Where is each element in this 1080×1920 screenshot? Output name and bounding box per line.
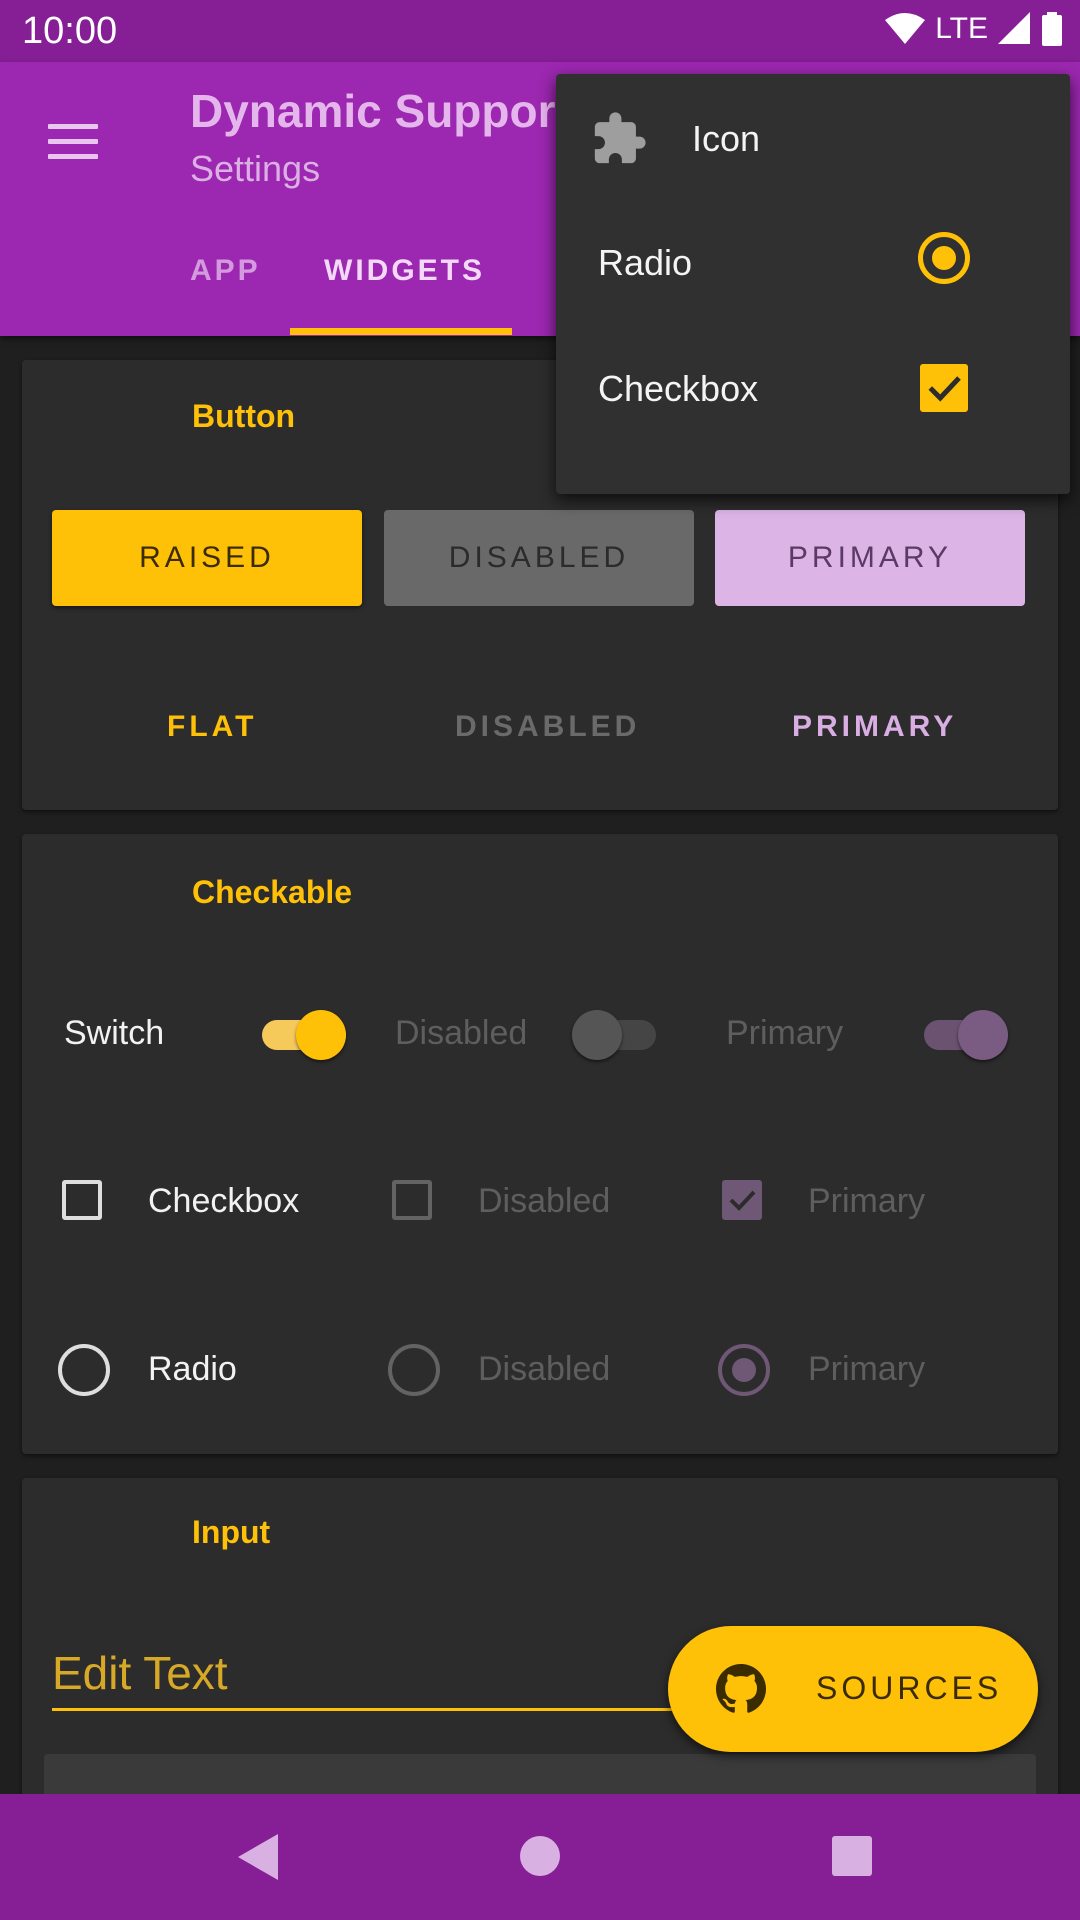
radio-disabled-label: Disabled [478, 1350, 611, 1388]
card-title-checkable: Checkable [192, 874, 353, 910]
checkbox-disabled [392, 1180, 432, 1220]
radio-primary-label: Primary [808, 1350, 926, 1388]
raised-primary-button[interactable]: PRIMARY [715, 510, 1025, 606]
checkable-card: Checkable Switch Disabled Primary Checkb… [22, 834, 1058, 1454]
sources-fab-label: SOURCES [816, 1670, 1003, 1706]
checkbox[interactable] [62, 1180, 102, 1220]
raised-disabled-button: DISABLED [384, 510, 694, 606]
sources-fab[interactable]: SOURCES [668, 1626, 1038, 1752]
status-icons: LTE [885, 12, 1062, 46]
wifi-icon [885, 13, 926, 44]
flat-button[interactable]: FLAT [167, 710, 257, 744]
menu-icon[interactable] [48, 118, 98, 168]
puzzle-icon [594, 112, 646, 164]
github-icon [716, 1664, 766, 1713]
switch-disabled-label: Disabled [395, 1014, 528, 1052]
status-time: 10:00 [22, 10, 118, 52]
checkbox-disabled-label: Disabled [478, 1182, 611, 1220]
checkbox-primary [722, 1180, 762, 1220]
recents-icon[interactable] [832, 1836, 872, 1876]
app-subtitle: Settings [190, 148, 321, 189]
radio-disabled [388, 1344, 440, 1396]
radio-primary [718, 1344, 770, 1396]
popup-item-radio-label: Radio [598, 242, 693, 283]
checkbox-primary-label: Primary [808, 1182, 926, 1220]
app-title: Dynamic Support [190, 85, 571, 137]
navigation-bar [0, 1794, 1080, 1920]
back-icon[interactable] [238, 1834, 278, 1880]
popup-item-checkbox-label: Checkbox [598, 368, 759, 409]
raised-button[interactable]: RAISED [52, 510, 362, 606]
network-type: LTE [935, 12, 988, 45]
switch-toggle[interactable] [262, 1010, 346, 1060]
flat-disabled-button: DISABLED [455, 710, 641, 743]
switch-primary-toggle [924, 1010, 1008, 1060]
popup-checkbox-icon [920, 364, 968, 412]
signal-icon [998, 12, 1030, 44]
switch-primary-label: Primary [726, 1014, 844, 1052]
home-icon[interactable] [520, 1836, 560, 1876]
tab-indicator [290, 328, 512, 335]
popup-item-icon[interactable]: Icon [556, 74, 1070, 200]
popup-menu: Icon Radio Checkbox [556, 74, 1070, 494]
switch-disabled-toggle [572, 1010, 656, 1060]
checkbox-label: Checkbox [148, 1182, 300, 1220]
popup-item-icon-label: Icon [692, 118, 761, 159]
card-title-input: Input [192, 1514, 271, 1550]
edit-text-field[interactable]: Edit Text [52, 1646, 772, 1711]
popup-item-checkbox[interactable]: Checkbox [556, 326, 1070, 452]
status-bar: 10:00 LTE [0, 0, 1080, 62]
tab-app[interactable]: APP [190, 254, 261, 288]
popup-radio-icon [918, 232, 970, 284]
radio-button[interactable] [58, 1344, 110, 1396]
tab-widgets[interactable]: WIDGETS [324, 254, 485, 288]
popup-item-radio[interactable]: Radio [556, 200, 1070, 326]
battery-icon [1042, 12, 1062, 46]
radio-label: Radio [148, 1350, 237, 1388]
card-title-button: Button [192, 398, 296, 434]
flat-primary-button[interactable]: PRIMARY [792, 710, 957, 744]
switch-label: Switch [64, 1014, 165, 1052]
